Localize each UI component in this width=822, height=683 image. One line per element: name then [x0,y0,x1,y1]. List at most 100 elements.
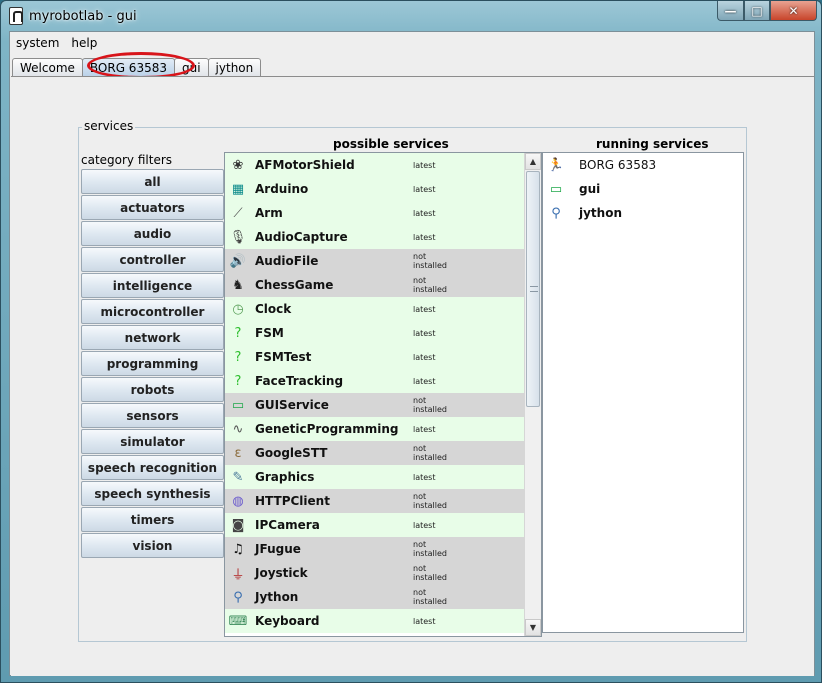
running-service-row[interactable]: 🏃 BORG 63583 [543,153,743,177]
client-area: system help Welcome BORG 63583 gui jytho… [9,31,815,676]
service-status: latest [413,616,436,626]
menu-help[interactable]: help [65,36,103,50]
possible-services-list[interactable]: ❀ AFMotorShield latest ▦ Arduino latest ⟋ Arm la… [224,152,542,637]
category-button-simulator[interactable]: simulator [81,429,224,454]
service-row[interactable]: ? FaceTracking latest [225,369,525,393]
category-button-audio[interactable]: audio [81,221,224,246]
category-button-all[interactable]: all [81,169,224,194]
service-row[interactable]: ⏚ Joystick not installed [225,561,525,585]
service-status: latest [413,160,436,170]
service-row[interactable]: ♞ ChessGame not installed [225,273,525,297]
service-row[interactable]: ✎ Graphics latest [225,465,525,489]
category-button-programming[interactable]: programming [81,351,224,376]
service-row[interactable]: ◍ HTTPClient not installed [225,489,525,513]
scroll-up-button[interactable]: ▲ [525,153,541,170]
menu-system[interactable]: system [10,36,65,50]
running-service-row[interactable]: ▭ gui [543,177,743,201]
service-row[interactable]: ε GoogleSTT not installed [225,441,525,465]
adafruit-flower-icon: ❀ [232,157,244,173]
running-figure-icon: 🏃 [547,157,565,173]
service-name: FaceTracking [255,374,344,388]
category-button-actuators[interactable]: actuators [81,195,224,220]
tab-jython[interactable]: jython [207,58,262,77]
running-services-heading: running services [596,137,709,151]
running-services-list[interactable]: 🏃 BORG 63583 ▭ gui ⚲ jython [542,152,744,633]
service-name: AFMotorShield [255,158,355,172]
category-button-network[interactable]: network [81,325,224,350]
scroll-thumb[interactable] [526,171,540,407]
window-controls: — □ ✕ [717,1,817,21]
possible-services-rows: ❀ AFMotorShield latest ▦ Arduino latest ⟋ Arm la… [225,153,525,633]
arduino-board-icon: ▦ [231,181,245,197]
category-button-speech-recognition[interactable]: speech recognition [81,455,224,480]
service-row[interactable]: 🔊 AudioFile not installed [225,249,525,273]
service-row[interactable]: ⟋ Arm latest [225,201,525,225]
camera-icon: ◙ [231,517,245,533]
category-filters-heading: category filters [81,153,173,167]
service-row[interactable]: ▦ Arduino latest [225,177,525,201]
scroll-down-button[interactable]: ▼ [525,619,541,636]
service-row[interactable]: ◷ Clock latest [225,297,525,321]
category-button-sensors[interactable]: sensors [81,403,224,428]
services-legend: services [82,119,136,133]
service-status: latest [413,472,436,482]
possible-services-heading: possible services [333,137,449,151]
app-window: myrobotlab - gui — □ ✕ system help Welco… [0,0,822,683]
robot-arm-icon: ⟋ [233,205,243,221]
service-status: not installed [413,276,447,294]
possible-services-scrollbar[interactable]: ▲ ▼ [524,153,541,636]
clock-icon: ◷ [232,301,244,317]
chess-icon: ♞ [232,277,244,293]
service-row[interactable]: 🎙 AudioCapture latest [225,225,525,249]
monitor-icon: ▭ [549,181,563,197]
running-service-name: jython [579,206,623,220]
service-row[interactable]: ⌨ Keyboard latest [225,609,525,633]
title-bar[interactable]: myrobotlab - gui — □ ✕ [1,1,822,31]
service-name: IPCamera [255,518,320,532]
python-icon: ⚲ [233,589,243,605]
service-row[interactable]: ⚲ Jython not installed [225,585,525,609]
drawing-tools-icon: ✎ [232,469,244,485]
category-button-intelligence[interactable]: intelligence [81,273,224,298]
service-name: AudioCapture [255,230,348,244]
service-row[interactable]: ? FSMTest latest [225,345,525,369]
service-name: Graphics [255,470,315,484]
joystick-icon: ⏚ [231,567,245,583]
category-button-speech-synthesis[interactable]: speech synthesis [81,481,224,506]
running-service-row[interactable]: ⚲ jython [543,201,743,225]
service-status: latest [413,520,436,530]
category-button-robots[interactable]: robots [81,377,224,402]
service-status: latest [413,208,436,218]
service-row[interactable]: ❀ AFMotorShield latest [225,153,525,177]
service-status: latest [413,328,436,338]
service-name: FSM [255,326,284,340]
service-status: latest [413,184,436,194]
menu-bar: system help [10,32,814,54]
service-row[interactable]: ♫ JFugue not installed [225,537,525,561]
category-button-vision[interactable]: vision [81,533,224,558]
service-status: latest [413,304,436,314]
tab-welcome[interactable]: Welcome [12,58,83,77]
service-name: Arduino [255,182,309,196]
service-status: latest [413,376,436,386]
service-row[interactable]: ▭ GUIService not installed [225,393,525,417]
question-icon: ? [234,325,242,341]
service-row[interactable]: ? FSM latest [225,321,525,345]
category-button-timers[interactable]: timers [81,507,224,532]
service-status: not installed [413,588,447,606]
music-note-icon: ♫ [232,541,244,557]
minimize-icon: — [724,3,737,18]
category-button-microcontroller[interactable]: microcontroller [81,299,224,324]
service-row[interactable]: ◙ IPCamera latest [225,513,525,537]
maximize-icon: □ [751,3,763,18]
minimize-button[interactable]: — [717,1,744,21]
category-button-controller[interactable]: controller [81,247,224,272]
service-name: Keyboard [255,614,320,628]
grip-icon [530,286,538,292]
service-row[interactable]: ∿ GeneticProgramming latest [225,417,525,441]
service-status: not installed [413,492,447,510]
close-button[interactable]: ✕ [770,1,817,21]
maximize-button[interactable]: □ [744,1,770,21]
service-name: Arm [255,206,283,220]
service-status: not installed [413,396,447,414]
